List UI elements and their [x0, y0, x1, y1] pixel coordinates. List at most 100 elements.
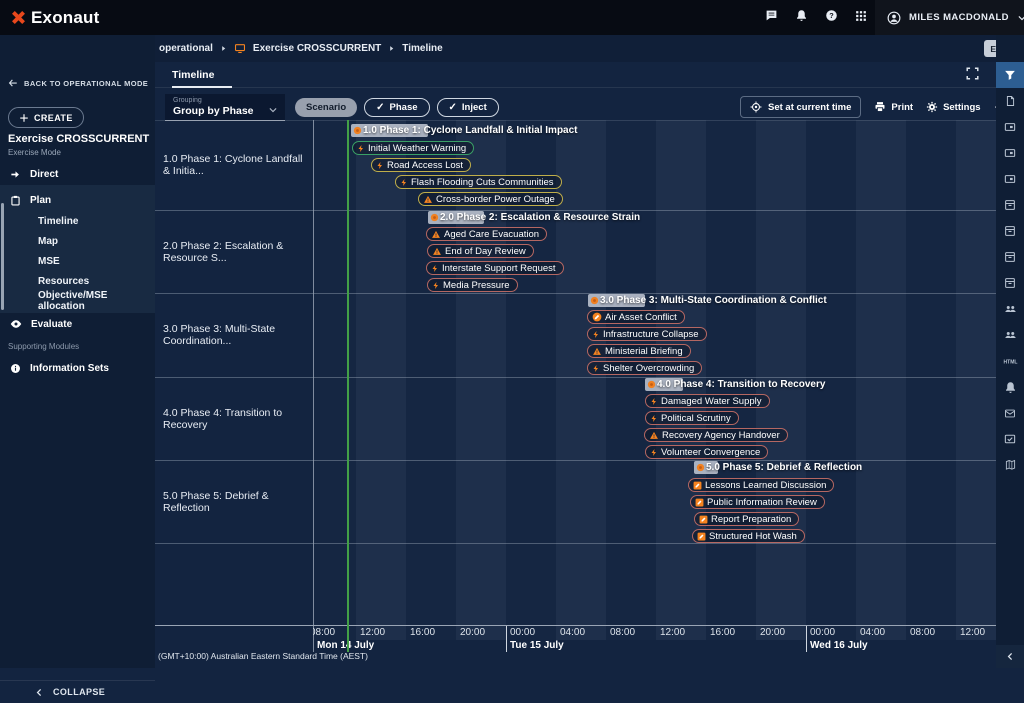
- phase-bar[interactable]: [588, 294, 645, 307]
- sidebar-item-resources[interactable]: Resources: [0, 271, 155, 291]
- warning-icon: [432, 247, 442, 256]
- sidebar-item-label: Evaluate: [31, 319, 72, 330]
- rail-button-mail[interactable]: [996, 400, 1024, 426]
- set-at-current-time-button[interactable]: Set at current time: [740, 96, 861, 118]
- sidebar-item-map[interactable]: Map: [0, 231, 155, 251]
- card-check-icon: [1004, 433, 1016, 445]
- time-band: [756, 120, 806, 640]
- rail-button-html[interactable]: HTML: [996, 348, 1024, 374]
- rail-button-card[interactable]: [996, 114, 1024, 140]
- inject-label: Shelter Overcrowding: [603, 363, 694, 374]
- grid-left-border: [313, 120, 314, 652]
- eye-icon: [10, 318, 22, 330]
- inject-pill[interactable]: Road Access Lost: [371, 158, 471, 172]
- fullscreen-icon[interactable]: [966, 67, 979, 80]
- inject-pill[interactable]: Flash Flooding Cuts Communities: [395, 175, 562, 189]
- settings-label: Settings: [943, 102, 980, 113]
- inject-pill[interactable]: End of Day Review: [427, 244, 534, 258]
- inject-pill[interactable]: Volunteer Convergence: [645, 445, 768, 459]
- rail-collapse-button[interactable]: [996, 645, 1024, 668]
- clipboard-icon: [10, 195, 21, 206]
- inject-pill[interactable]: Shelter Overcrowding: [587, 361, 702, 375]
- inject-pill[interactable]: Lessons Learned Discussion: [688, 478, 834, 492]
- apps-button[interactable]: [855, 9, 867, 27]
- phase-dot-icon: [430, 213, 439, 222]
- date-label: Wed 16 July: [810, 640, 868, 651]
- sidebar-item-objective-mse-allocation[interactable]: Objective/MSE allocation: [0, 291, 155, 311]
- inject-pill[interactable]: Structured Hot Wash: [692, 529, 805, 543]
- rail-button-bell[interactable]: [996, 374, 1024, 400]
- lightning-icon: [432, 281, 440, 290]
- breadcrumb-item[interactable]: Exercise CROSSCURRENT: [234, 43, 381, 54]
- inject-pill[interactable]: Interstate Support Request: [426, 261, 564, 275]
- phase-dot-icon: [590, 296, 599, 305]
- inject-pill[interactable]: Infrastructure Collapse: [587, 327, 707, 341]
- top-bar: Exonaut ? MILES MACDONALD: [0, 0, 1024, 35]
- inject-pill[interactable]: Political Scrutiny: [645, 411, 739, 425]
- rail-button-card-check[interactable]: [996, 426, 1024, 452]
- inject-label: Aged Care Evacuation: [444, 229, 539, 240]
- sidebar-collapse-button[interactable]: COLLAPSE: [0, 680, 155, 703]
- inject-pill[interactable]: Public Information Review: [690, 495, 825, 509]
- sidebar-item-plan[interactable]: Plan: [0, 189, 155, 211]
- phase-bar[interactable]: [694, 461, 718, 474]
- inject-pill[interactable]: Air Asset Conflict: [587, 310, 685, 324]
- print-button[interactable]: Print: [874, 101, 913, 113]
- user-menu[interactable]: MILES MACDONALD: [875, 0, 1024, 35]
- sidebar-item-information-sets[interactable]: Information Sets: [0, 357, 155, 379]
- inject-pill[interactable]: Report Preparation: [694, 512, 799, 526]
- settings-button[interactable]: Settings: [926, 101, 980, 113]
- sidebar-item-mse[interactable]: MSE: [0, 251, 155, 271]
- inject-pill[interactable]: Aged Care Evacuation: [426, 227, 547, 241]
- app-logo: Exonaut: [10, 0, 99, 35]
- inject-pill[interactable]: Initial Weather Warning: [352, 141, 474, 155]
- bell-button[interactable]: [795, 9, 808, 27]
- rail-button-archive[interactable]: [996, 244, 1024, 270]
- phase-bar[interactable]: [428, 211, 484, 224]
- active-section-indicator: [1, 203, 4, 310]
- breadcrumb-item[interactable]: Timeline: [402, 43, 442, 54]
- supporting-modules-header: Supporting Modules: [8, 342, 79, 351]
- chip-label: Scenario: [306, 102, 346, 113]
- inject-label: Flash Flooding Cuts Communities: [411, 177, 554, 188]
- sidebar-item-timeline[interactable]: Timeline: [0, 211, 155, 231]
- rail-button-archive[interactable]: [996, 218, 1024, 244]
- edit-square-icon: [697, 532, 706, 541]
- rail-button-people[interactable]: [996, 296, 1024, 322]
- rail-button-map[interactable]: [996, 452, 1024, 478]
- inject-pill[interactable]: Ministerial Briefing: [587, 344, 691, 358]
- phase-bar[interactable]: [645, 378, 683, 391]
- rail-button-archive[interactable]: [996, 270, 1024, 296]
- inject-pill[interactable]: Media Pressure: [427, 278, 518, 292]
- user-name: MILES MACDONALD: [909, 12, 1009, 23]
- breadcrumb-item[interactable]: operational: [159, 43, 213, 54]
- sidebar-item-evaluate[interactable]: Evaluate: [0, 313, 155, 335]
- inject-label: Infrastructure Collapse: [603, 329, 699, 340]
- day-boundary-line: [806, 626, 807, 652]
- tab-timeline[interactable]: Timeline: [172, 62, 214, 87]
- inject-pill[interactable]: Damaged Water Supply: [645, 394, 770, 408]
- rail-button-filter-active[interactable]: [996, 62, 1024, 88]
- filter-chip-phase[interactable]: ✓Phase: [364, 98, 429, 117]
- filter-chip-scenario[interactable]: Scenario: [295, 98, 357, 117]
- rail-button-card[interactable]: [996, 166, 1024, 192]
- help-button[interactable]: ?: [825, 9, 838, 27]
- rail-button-people[interactable]: [996, 322, 1024, 348]
- filter-chip-inject[interactable]: ✓Inject: [437, 98, 499, 117]
- lightning-icon: [592, 364, 600, 373]
- grouping-select[interactable]: Grouping Group by Phase: [165, 94, 285, 121]
- rail-button-card[interactable]: [996, 140, 1024, 166]
- inject-label: Political Scrutiny: [661, 413, 731, 424]
- create-button[interactable]: CREATE: [8, 107, 84, 128]
- back-to-operational-mode-link[interactable]: BACK TO OPERATIONAL MODE: [8, 78, 148, 88]
- inject-pill[interactable]: Cross-border Power Outage: [418, 192, 563, 206]
- chat-button[interactable]: [765, 9, 778, 27]
- rail-button-archive[interactable]: [996, 192, 1024, 218]
- time-tick-label: 00:00: [810, 627, 835, 638]
- phase-bar[interactable]: [351, 124, 428, 137]
- inject-label: Media Pressure: [443, 280, 510, 291]
- rail-button-document[interactable]: [996, 88, 1024, 114]
- inject-pill[interactable]: Recovery Agency Handover: [644, 428, 788, 442]
- sidebar-item-direct[interactable]: Direct: [0, 163, 155, 185]
- current-time-line: [347, 120, 349, 652]
